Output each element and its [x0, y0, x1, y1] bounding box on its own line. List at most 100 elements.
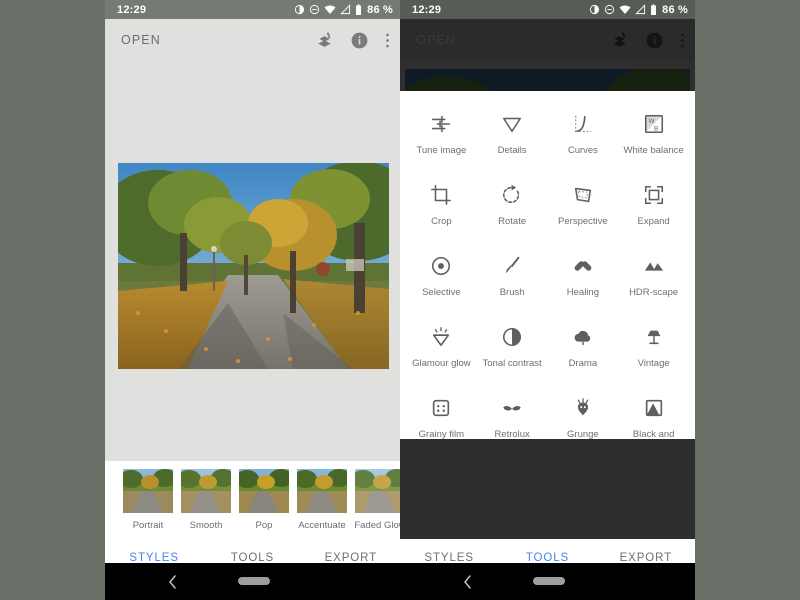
svg-text:W: W — [648, 118, 655, 125]
style-item[interactable]: Smooth — [179, 469, 233, 531]
tool-label: Expand — [637, 216, 670, 227]
tool-label: Vintage — [637, 358, 670, 369]
open-button[interactable]: OPEN — [121, 33, 161, 47]
screenshot-root: 12:29 86 % OPEN Portrait Smooth Pop Acce… — [0, 0, 800, 600]
style-label: Smooth — [189, 520, 223, 531]
tool-curves[interactable]: Curves — [548, 105, 619, 176]
tool-label: Grainy film — [418, 429, 465, 439]
tool-glamour-glow[interactable]: Glamour glow — [406, 318, 477, 389]
triangle-details-icon — [501, 111, 523, 137]
tool-tune-image[interactable]: Tune image — [406, 105, 477, 176]
tonal-contrast-icon — [501, 324, 523, 350]
android-nav-bar — [105, 563, 695, 600]
app-bar-left: OPEN — [105, 19, 400, 61]
tab-export[interactable]: EXPORT — [302, 552, 400, 564]
tool-tonal-contrast[interactable]: Tonal contrast — [477, 318, 548, 389]
tool-expand[interactable]: Expand — [618, 176, 689, 247]
style-label: Pop — [255, 520, 273, 531]
tool-black-and-white[interactable]: Black and white — [618, 389, 689, 439]
overflow-menu-icon[interactable] — [385, 31, 390, 50]
tool-grainy-film[interactable]: Grainy film — [406, 389, 477, 439]
android-nav-bar-right — [400, 563, 695, 600]
selective-target-icon — [430, 253, 452, 279]
battery-icon — [651, 4, 657, 15]
styles-filmstrip[interactable]: Portrait Smooth Pop Accentuate Faded Glo — [105, 461, 400, 539]
info-icon[interactable] — [645, 31, 664, 50]
status-bar-right: 12:29 86 % — [400, 0, 695, 19]
info-icon[interactable] — [350, 31, 369, 50]
status-bar-left: 12:29 86 % — [105, 0, 400, 19]
back-chevron-icon[interactable] — [167, 574, 177, 589]
mountains-icon — [643, 253, 665, 279]
status-bar-icons: 86 % — [294, 4, 393, 16]
do-not-disturb-icon — [605, 4, 615, 15]
app-bar-actions — [315, 31, 390, 50]
status-bar-time: 12:29 — [117, 3, 147, 16]
photo-autumn-path-dimmed — [405, 69, 690, 91]
style-label: Faded Glow — [354, 520, 400, 531]
tool-label: Details — [497, 145, 527, 156]
open-button[interactable]: OPEN — [416, 33, 456, 47]
tool-healing[interactable]: Healing — [548, 247, 619, 318]
tool-white-balance[interactable]: W B White balance — [618, 105, 689, 176]
tool-label: Tune image — [416, 145, 467, 156]
svg-text:B: B — [654, 125, 658, 132]
rotate-icon — [501, 182, 523, 208]
tool-label: Retrolux — [494, 429, 530, 439]
tool-brush[interactable]: Brush — [477, 247, 548, 318]
expand-icon — [643, 182, 665, 208]
back-chevron-icon[interactable] — [462, 574, 472, 589]
tool-label: Brush — [499, 287, 525, 298]
tool-drama[interactable]: Drama — [548, 318, 619, 389]
stack-undo-icon[interactable] — [315, 31, 334, 50]
black-and-white-icon — [643, 395, 665, 421]
curves-icon — [572, 111, 594, 137]
wifi-icon — [619, 5, 631, 14]
main-photo-dimmed[interactable] — [405, 69, 690, 91]
tool-label: Perspective — [558, 216, 608, 227]
wifi-icon — [324, 5, 336, 14]
tab-tools[interactable]: TOOLS — [498, 552, 596, 564]
white-balance-icon: W B — [643, 111, 665, 137]
tool-hdr-scape[interactable]: HDR-scape — [618, 247, 689, 318]
do-not-disturb-icon — [310, 4, 320, 15]
style-item[interactable]: Faded Glow — [353, 469, 400, 531]
signal-icon — [340, 4, 351, 15]
brush-icon — [501, 253, 523, 279]
grainy-film-icon — [430, 395, 452, 421]
moustache-icon — [501, 395, 523, 421]
tool-label: White balance — [623, 145, 684, 156]
tab-export[interactable]: EXPORT — [597, 552, 695, 564]
tool-grunge[interactable]: Grunge — [548, 389, 619, 439]
tool-vintage[interactable]: Vintage — [618, 318, 689, 389]
style-item[interactable]: Pop — [237, 469, 291, 531]
tool-label: HDR-scape — [629, 287, 679, 298]
brightness-icon — [590, 4, 600, 15]
crop-icon — [430, 182, 452, 208]
status-bar-icons: 86 % — [589, 4, 688, 16]
status-bar-time: 12:29 — [412, 3, 442, 16]
tool-selective[interactable]: Selective — [406, 247, 477, 318]
tool-rotate[interactable]: Rotate — [477, 176, 548, 247]
home-pill-icon[interactable] — [238, 577, 270, 585]
battery-percent: 86 % — [367, 3, 393, 16]
style-item[interactable]: Accentuate — [295, 469, 349, 531]
battery-percent: 86 % — [662, 3, 688, 16]
healing-patch-icon — [572, 253, 594, 279]
tool-label: Rotate — [498, 216, 527, 227]
tab-styles[interactable]: STYLES — [105, 552, 203, 564]
tool-retrolux[interactable]: Retrolux — [477, 389, 548, 439]
glamour-glow-icon — [430, 324, 452, 350]
style-item[interactable]: Portrait — [121, 469, 175, 531]
main-photo[interactable] — [118, 163, 389, 369]
home-pill-icon[interactable] — [533, 577, 565, 585]
tool-crop[interactable]: Crop — [406, 176, 477, 247]
tool-perspective[interactable]: Perspective — [548, 176, 619, 247]
tab-styles[interactable]: STYLES — [400, 552, 498, 564]
overflow-menu-icon[interactable] — [680, 31, 685, 50]
tool-details[interactable]: Details — [477, 105, 548, 176]
tab-tools[interactable]: TOOLS — [203, 552, 301, 564]
stack-undo-icon[interactable] — [610, 31, 629, 50]
phone-screen-left: 12:29 86 % OPEN Portrait Smooth Pop Acce… — [105, 0, 400, 600]
tool-label: Selective — [422, 287, 461, 298]
